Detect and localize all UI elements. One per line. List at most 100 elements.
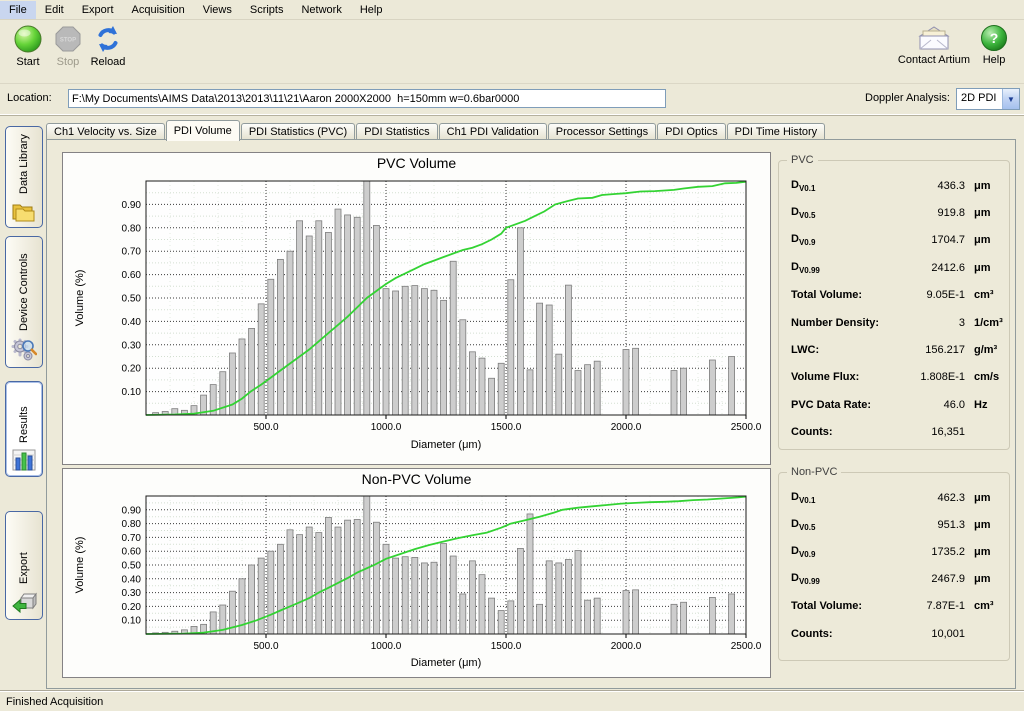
start-button[interactable]: Start [6, 24, 50, 68]
stat-row-dv0-5: DV0.5951.3μm [779, 511, 1009, 538]
stat-row-pvc-data-rate: PVC Data Rate:46.0Hz [779, 391, 1009, 418]
doppler-analysis-select[interactable]: 2D PDI ▼ [956, 88, 1020, 110]
tab-pdi-volume[interactable]: PDI Volume [166, 120, 240, 141]
nonpvc-stats-rows: DV0.1462.3μmDV0.5951.3μmDV0.91735.2μmDV0… [779, 473, 1009, 647]
menu-item-edit[interactable]: Edit [36, 1, 73, 19]
stat-value: 1704.7 [905, 234, 965, 246]
stat-unit: μm [965, 492, 991, 504]
stat-row-dv0-5: DV0.5919.8μm [779, 199, 1009, 226]
tab-ch1-pdi-validation[interactable]: Ch1 PDI Validation [439, 123, 547, 140]
menu-item-file[interactable]: File [0, 1, 36, 19]
doppler-analysis-value: 2D PDI [957, 89, 1002, 109]
tab-pdi-statistics[interactable]: PDI Statistics [356, 123, 437, 140]
folders-icon [11, 200, 37, 222]
stat-value: 2467.9 [905, 573, 965, 585]
svg-text:500.0: 500.0 [253, 422, 278, 433]
nonpvc-chart-plot: 0.100.200.300.400.500.600.700.800.90500.… [63, 491, 768, 676]
stat-unit: cm/s [965, 371, 999, 383]
svg-text:Volume (%): Volume (%) [74, 537, 86, 594]
menu-item-help[interactable]: Help [351, 1, 392, 19]
svg-text:2000.0: 2000.0 [611, 422, 642, 433]
pvc-chart-plot: 0.100.200.300.400.500.600.700.800.90500.… [63, 175, 768, 463]
sidebar-item-data-library[interactable]: Data Library [5, 126, 43, 228]
stat-value: 1735.2 [905, 546, 965, 558]
tab-ch1-velocity-vs-size[interactable]: Ch1 Velocity vs. Size [46, 123, 165, 140]
stat-label: Total Volume: [791, 289, 905, 301]
stat-label: LWC: [791, 344, 905, 356]
svg-text:0.30: 0.30 [122, 588, 142, 599]
stat-row-number-density: Number Density:31/cm³ [779, 309, 1009, 336]
envelope-icon [915, 24, 953, 52]
sidebar-item-results[interactable]: Results [5, 381, 43, 477]
stat-label: DV0.5 [791, 206, 905, 220]
svg-text:0.10: 0.10 [122, 616, 142, 627]
stat-value: 156.217 [905, 344, 965, 356]
help-label: Help [974, 54, 1014, 66]
stat-value: 436.3 [905, 180, 965, 192]
stat-unit: μm [965, 207, 991, 219]
stat-label: DV0.1 [791, 179, 905, 193]
tab-pdi-statistics-pvc[interactable]: PDI Statistics (PVC) [241, 123, 355, 140]
svg-text:0.70: 0.70 [122, 247, 142, 258]
svg-text:0.50: 0.50 [122, 294, 142, 305]
stat-row-total-volume: Total Volume:9.05E-1cm³ [779, 282, 1009, 309]
nonpvc-volume-chart: Non-PVC Volume 0.100.200.300.400.500.600… [62, 468, 771, 678]
stat-unit: μm [965, 262, 991, 274]
stop-label: Stop [50, 56, 86, 68]
stat-value: 2412.6 [905, 262, 965, 274]
reload-label: Reload [86, 56, 130, 68]
contact-artium-button[interactable]: Contact Artium [894, 24, 974, 66]
svg-text:0.20: 0.20 [122, 364, 142, 375]
nonpvc-stats-group-label: Non-PVC [787, 466, 841, 478]
svg-text:0.60: 0.60 [122, 547, 142, 558]
svg-text:0.50: 0.50 [122, 561, 142, 572]
stat-label: DV0.99 [791, 572, 905, 586]
menu-item-views[interactable]: Views [194, 1, 241, 19]
reload-button[interactable]: Reload [86, 24, 130, 68]
stat-value: 9.05E-1 [905, 289, 965, 301]
sidebar-item-label: Data Library [18, 127, 30, 198]
chevron-down-icon[interactable]: ▼ [1002, 89, 1019, 109]
svg-text:1500.0: 1500.0 [491, 641, 522, 652]
help-button[interactable]: ? Help [974, 24, 1014, 66]
stat-label: Counts: [791, 628, 905, 640]
stat-row-volume-flux: Volume Flux:1.808E-1cm/s [779, 364, 1009, 391]
stat-value: 462.3 [905, 492, 965, 504]
stat-value: 10,001 [905, 628, 965, 640]
nonpvc-chart-title: Non-PVC Volume [63, 469, 770, 491]
stat-value: 16,351 [905, 426, 965, 438]
stat-label: DV0.9 [791, 233, 905, 247]
svg-text:Volume (%): Volume (%) [74, 270, 86, 327]
svg-text:0.40: 0.40 [122, 317, 142, 328]
stat-unit: μm [965, 234, 991, 246]
sidebar-item-export[interactable]: Export [5, 511, 43, 620]
stat-row-dv0-99: DV0.992412.6μm [779, 254, 1009, 281]
svg-text:0.80: 0.80 [122, 223, 142, 234]
svg-text:0.30: 0.30 [122, 340, 142, 351]
menu-item-scripts[interactable]: Scripts [241, 1, 293, 19]
tab-processor-settings[interactable]: Processor Settings [548, 123, 656, 140]
svg-text:?: ? [990, 30, 999, 46]
svg-text:500.0: 500.0 [253, 641, 278, 652]
tab-pdi-time-history[interactable]: PDI Time History [727, 123, 826, 140]
stat-unit: μm [965, 180, 991, 192]
stat-row-dv0-1: DV0.1462.3μm [779, 484, 1009, 511]
stat-label: Number Density: [791, 317, 905, 329]
tab-pdi-optics[interactable]: PDI Optics [657, 123, 726, 140]
location-input[interactable] [68, 89, 666, 108]
sidebar-item-label: Device Controls [18, 237, 30, 335]
sidebar-item-device-controls[interactable]: Device Controls [5, 236, 43, 368]
menu-item-export[interactable]: Export [73, 1, 123, 19]
stat-unit: cm³ [965, 600, 994, 612]
svg-text:0.10: 0.10 [122, 387, 142, 398]
svg-text:0.70: 0.70 [122, 533, 142, 544]
stat-value: 3 [905, 317, 965, 329]
menu-bar: FileEditExportAcquisitionViewsScriptsNet… [0, 0, 1024, 20]
stat-row-counts: Counts:10,001 [779, 620, 1009, 647]
menu-item-network[interactable]: Network [292, 1, 350, 19]
stat-unit: 1/cm³ [965, 317, 1003, 329]
menu-item-acquisition[interactable]: Acquisition [123, 1, 194, 19]
stat-row-dv0-9: DV0.91704.7μm [779, 227, 1009, 254]
stat-label: DV0.1 [791, 491, 905, 505]
application-window: FileEditExportAcquisitionViewsScriptsNet… [0, 0, 1024, 711]
